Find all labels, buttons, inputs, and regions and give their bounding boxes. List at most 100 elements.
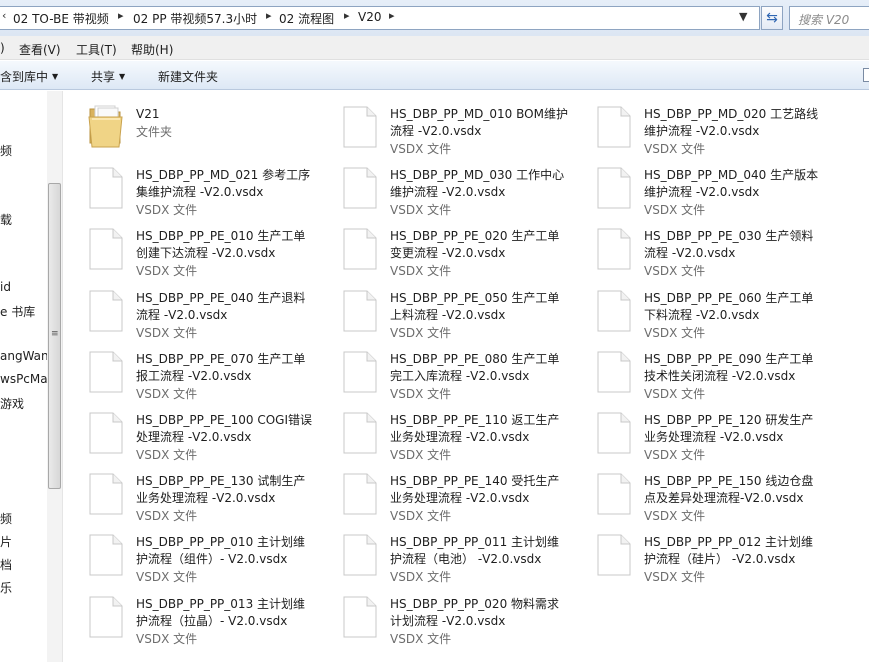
vsdx-file-icon [343, 228, 377, 270]
nav-item[interactable]: 乐 [0, 579, 12, 596]
file-item[interactable]: HS_DBP_PP_PE_060 生产工单下料流程 -V2.0.vsdx VSDX… [572, 281, 822, 340]
file-item[interactable]: HS_DBP_PP_PE_090 生产工单技术性关闭流程 -V2.0.vsdx V… [572, 342, 822, 401]
file-name: HS_DBP_PP_PE_080 生产工单完工入库流程 -V2.0.vsdx [390, 352, 560, 383]
file-item[interactable]: HS_DBP_PP_PE_110 返工生产业务处理流程 -V2.0.vsdx VS… [318, 403, 568, 462]
folder-item[interactable]: V21 文件夹 [64, 97, 314, 155]
menu-item-partial[interactable]: ) [0, 41, 5, 55]
vsdx-file-icon [597, 351, 631, 393]
include-in-library-button[interactable]: 含到库中 ▼ [0, 68, 58, 85]
file-item[interactable]: HS_DBP_PP_PE_040 生产退料流程 -V2.0.vsdx VSDX 文… [64, 281, 314, 340]
nav-item[interactable]: 片 [0, 533, 12, 550]
vsdx-file-icon [343, 473, 377, 515]
file-type: VSDX 文件 [390, 203, 452, 217]
vsdx-file-icon [89, 473, 123, 515]
view-options-icon[interactable] [863, 68, 869, 82]
file-item[interactable]: HS_DBP_PP_PP_020 物料需求计划流程 -V2.0.vsdx VSDX… [318, 587, 568, 646]
vsdx-file-icon [89, 412, 123, 454]
file-item[interactable]: HS_DBP_PP_PE_070 生产工单报工流程 -V2.0.vsdx VSDX… [64, 342, 314, 401]
new-folder-button[interactable]: 新建文件夹 [158, 68, 218, 85]
nav-item[interactable]: 频 [0, 142, 12, 159]
menu-item-view[interactable]: 查看(V) [19, 41, 61, 58]
address-bar[interactable]: ‹ 02 TO-BE 带视频 ▸ 02 PP 带视频57.3小时 ▸ 02 流程… [0, 6, 760, 30]
file-item[interactable]: HS_DBP_PP_PP_010 主计划维护流程（组件）- V2.0.vsdx V… [64, 525, 314, 584]
file-type: VSDX 文件 [136, 326, 198, 340]
chevron-right-icon[interactable]: ▸ [389, 9, 395, 22]
file-type: VSDX 文件 [644, 570, 706, 584]
file-item[interactable]: HS_DBP_PP_MD_020 工艺路线维护流程 -V2.0.vsdx VSDX… [572, 97, 822, 156]
file-name: HS_DBP_PP_PE_130 试制生产业务处理流程 -V2.0.vsdx [136, 474, 306, 505]
share-button[interactable]: 共享 ▼ [91, 68, 125, 85]
file-item[interactable]: HS_DBP_PP_PE_120 研发生产业务处理流程 -V2.0.vsdx VS… [572, 403, 822, 462]
vsdx-file-icon [89, 534, 123, 576]
file-name: HS_DBP_PP_PE_070 生产工单报工流程 -V2.0.vsdx [136, 352, 306, 383]
file-item[interactable]: HS_DBP_PP_PE_080 生产工单完工入库流程 -V2.0.vsdx VS… [318, 342, 568, 401]
file-name: HS_DBP_PP_MD_030 工作中心维护流程 -V2.0.vsdx [390, 168, 565, 199]
file-item[interactable]: HS_DBP_PP_PE_020 生产工单变更流程 -V2.0.vsdx VSDX… [318, 219, 568, 278]
file-name: HS_DBP_PP_PE_010 生产工单创建下达流程 -V2.0.vsdx [136, 229, 306, 260]
file-item[interactable]: HS_DBP_PP_PE_100 COGI错误处理流程 -V2.0.vsdx VS… [64, 403, 314, 462]
chevron-right-icon[interactable]: ▸ [344, 9, 350, 22]
menu-item-help[interactable]: 帮助(H) [131, 41, 173, 58]
file-item[interactable]: HS_DBP_PP_PE_010 生产工单创建下达流程 -V2.0.vsdx VS… [64, 219, 314, 278]
file-name: HS_DBP_PP_PE_050 生产工单上料流程 -V2.0.vsdx [390, 291, 560, 322]
file-item[interactable]: HS_DBP_PP_PE_150 线边仓盘点及差异处理流程-V2.0.vsdx V… [572, 464, 822, 523]
file-type: VSDX 文件 [136, 448, 198, 462]
nav-item[interactable]: id [0, 280, 11, 294]
file-name: HS_DBP_PP_PE_040 生产退料流程 -V2.0.vsdx [136, 291, 306, 322]
file-name: HS_DBP_PP_MD_040 生产版本维护流程 -V2.0.vsdx [644, 168, 819, 199]
nav-item[interactable]: e 书库 [0, 303, 35, 320]
caret-down-icon: ▼ [52, 72, 59, 81]
sidebar-scroll-thumb[interactable]: ≡ [48, 183, 61, 489]
file-name: HS_DBP_PP_PP_013 主计划维护流程（拉晶）- V2.0.vsdx [136, 597, 306, 628]
file-item[interactable]: HS_DBP_PP_PE_050 生产工单上料流程 -V2.0.vsdx VSDX… [318, 281, 568, 340]
file-item[interactable]: HS_DBP_PP_MD_010 BOM维护流程 -V2.0.vsdx VSDX … [318, 97, 568, 156]
vsdx-file-icon [343, 290, 377, 332]
grip-icon: ≡ [51, 329, 59, 339]
share-label: 共享 [91, 70, 116, 84]
dropdown-arrow-icon[interactable]: ▼ [739, 10, 747, 23]
nav-item[interactable]: wsPcMa [0, 372, 48, 386]
file-type: 文件夹 [136, 125, 173, 139]
file-item[interactable]: HS_DBP_PP_MD_040 生产版本维护流程 -V2.0.vsdx VSDX… [572, 158, 822, 217]
breadcrumb-item[interactable]: 02 PP 带视频57.3小时 [133, 10, 257, 27]
vsdx-file-icon [89, 167, 123, 209]
vsdx-file-icon [343, 167, 377, 209]
chevron-left-icon[interactable]: ‹ [2, 9, 6, 22]
navigation-pane: 频 载 id e 书库 angWang wsPcMa 游戏 频 片 档 乐 ≡ [0, 91, 63, 662]
vsdx-file-icon [343, 412, 377, 454]
file-item[interactable]: HS_DBP_PP_PP_013 主计划维护流程（拉晶）- V2.0.vsdx V… [64, 587, 314, 646]
vsdx-file-icon [343, 596, 377, 638]
chevron-right-icon[interactable]: ▸ [118, 9, 124, 22]
refresh-button[interactable]: ⇆ [761, 6, 783, 30]
file-type: VSDX 文件 [136, 387, 198, 401]
file-item[interactable]: HS_DBP_PP_PE_130 试制生产业务处理流程 -V2.0.vsdx VS… [64, 464, 314, 523]
nav-item[interactable]: 档 [0, 556, 12, 573]
file-type: VSDX 文件 [136, 509, 198, 523]
file-name: HS_DBP_PP_PE_150 线边仓盘点及差异处理流程-V2.0.vsdx [644, 474, 814, 505]
search-input[interactable]: 搜索 V20 [789, 6, 869, 30]
vsdx-file-icon [597, 290, 631, 332]
include-in-library-label: 含到库中 [0, 70, 49, 84]
nav-item[interactable]: 频 [0, 510, 12, 527]
file-item[interactable]: HS_DBP_PP_MD_021 参考工序集维护流程 -V2.0.vsdx VSD… [64, 158, 314, 217]
vsdx-file-icon [343, 351, 377, 393]
file-item[interactable]: HS_DBP_PP_PE_030 生产领料流程 -V2.0.vsdx VSDX 文… [572, 219, 822, 278]
file-type: VSDX 文件 [644, 448, 706, 462]
breadcrumb-item[interactable]: 02 TO-BE 带视频 [13, 10, 109, 27]
file-type: VSDX 文件 [136, 570, 198, 584]
menu-item-tools[interactable]: 工具(T) [76, 41, 117, 58]
file-item[interactable]: HS_DBP_PP_PP_012 主计划维护流程（硅片） -V2.0.vsdx V… [572, 525, 822, 584]
breadcrumb-item[interactable]: 02 流程图 [279, 10, 334, 27]
nav-item[interactable]: 载 [0, 211, 12, 228]
file-item[interactable]: HS_DBP_PP_MD_030 工作中心维护流程 -V2.0.vsdx VSDX… [318, 158, 568, 217]
file-type: VSDX 文件 [644, 509, 706, 523]
nav-item[interactable]: 游戏 [0, 395, 24, 412]
chevron-right-icon[interactable]: ▸ [266, 9, 272, 22]
breadcrumb-item[interactable]: V20 [358, 10, 381, 24]
file-item[interactable]: HS_DBP_PP_PE_140 受托生产业务处理流程 -V2.0.vsdx VS… [318, 464, 568, 523]
file-name: HS_DBP_PP_PE_060 生产工单下料流程 -V2.0.vsdx [644, 291, 814, 322]
file-type: VSDX 文件 [644, 203, 706, 217]
file-type: VSDX 文件 [390, 509, 452, 523]
file-item[interactable]: HS_DBP_PP_PP_011 主计划维护流程（电池） -V2.0.vsdx V… [318, 525, 568, 584]
file-type: VSDX 文件 [390, 632, 452, 646]
